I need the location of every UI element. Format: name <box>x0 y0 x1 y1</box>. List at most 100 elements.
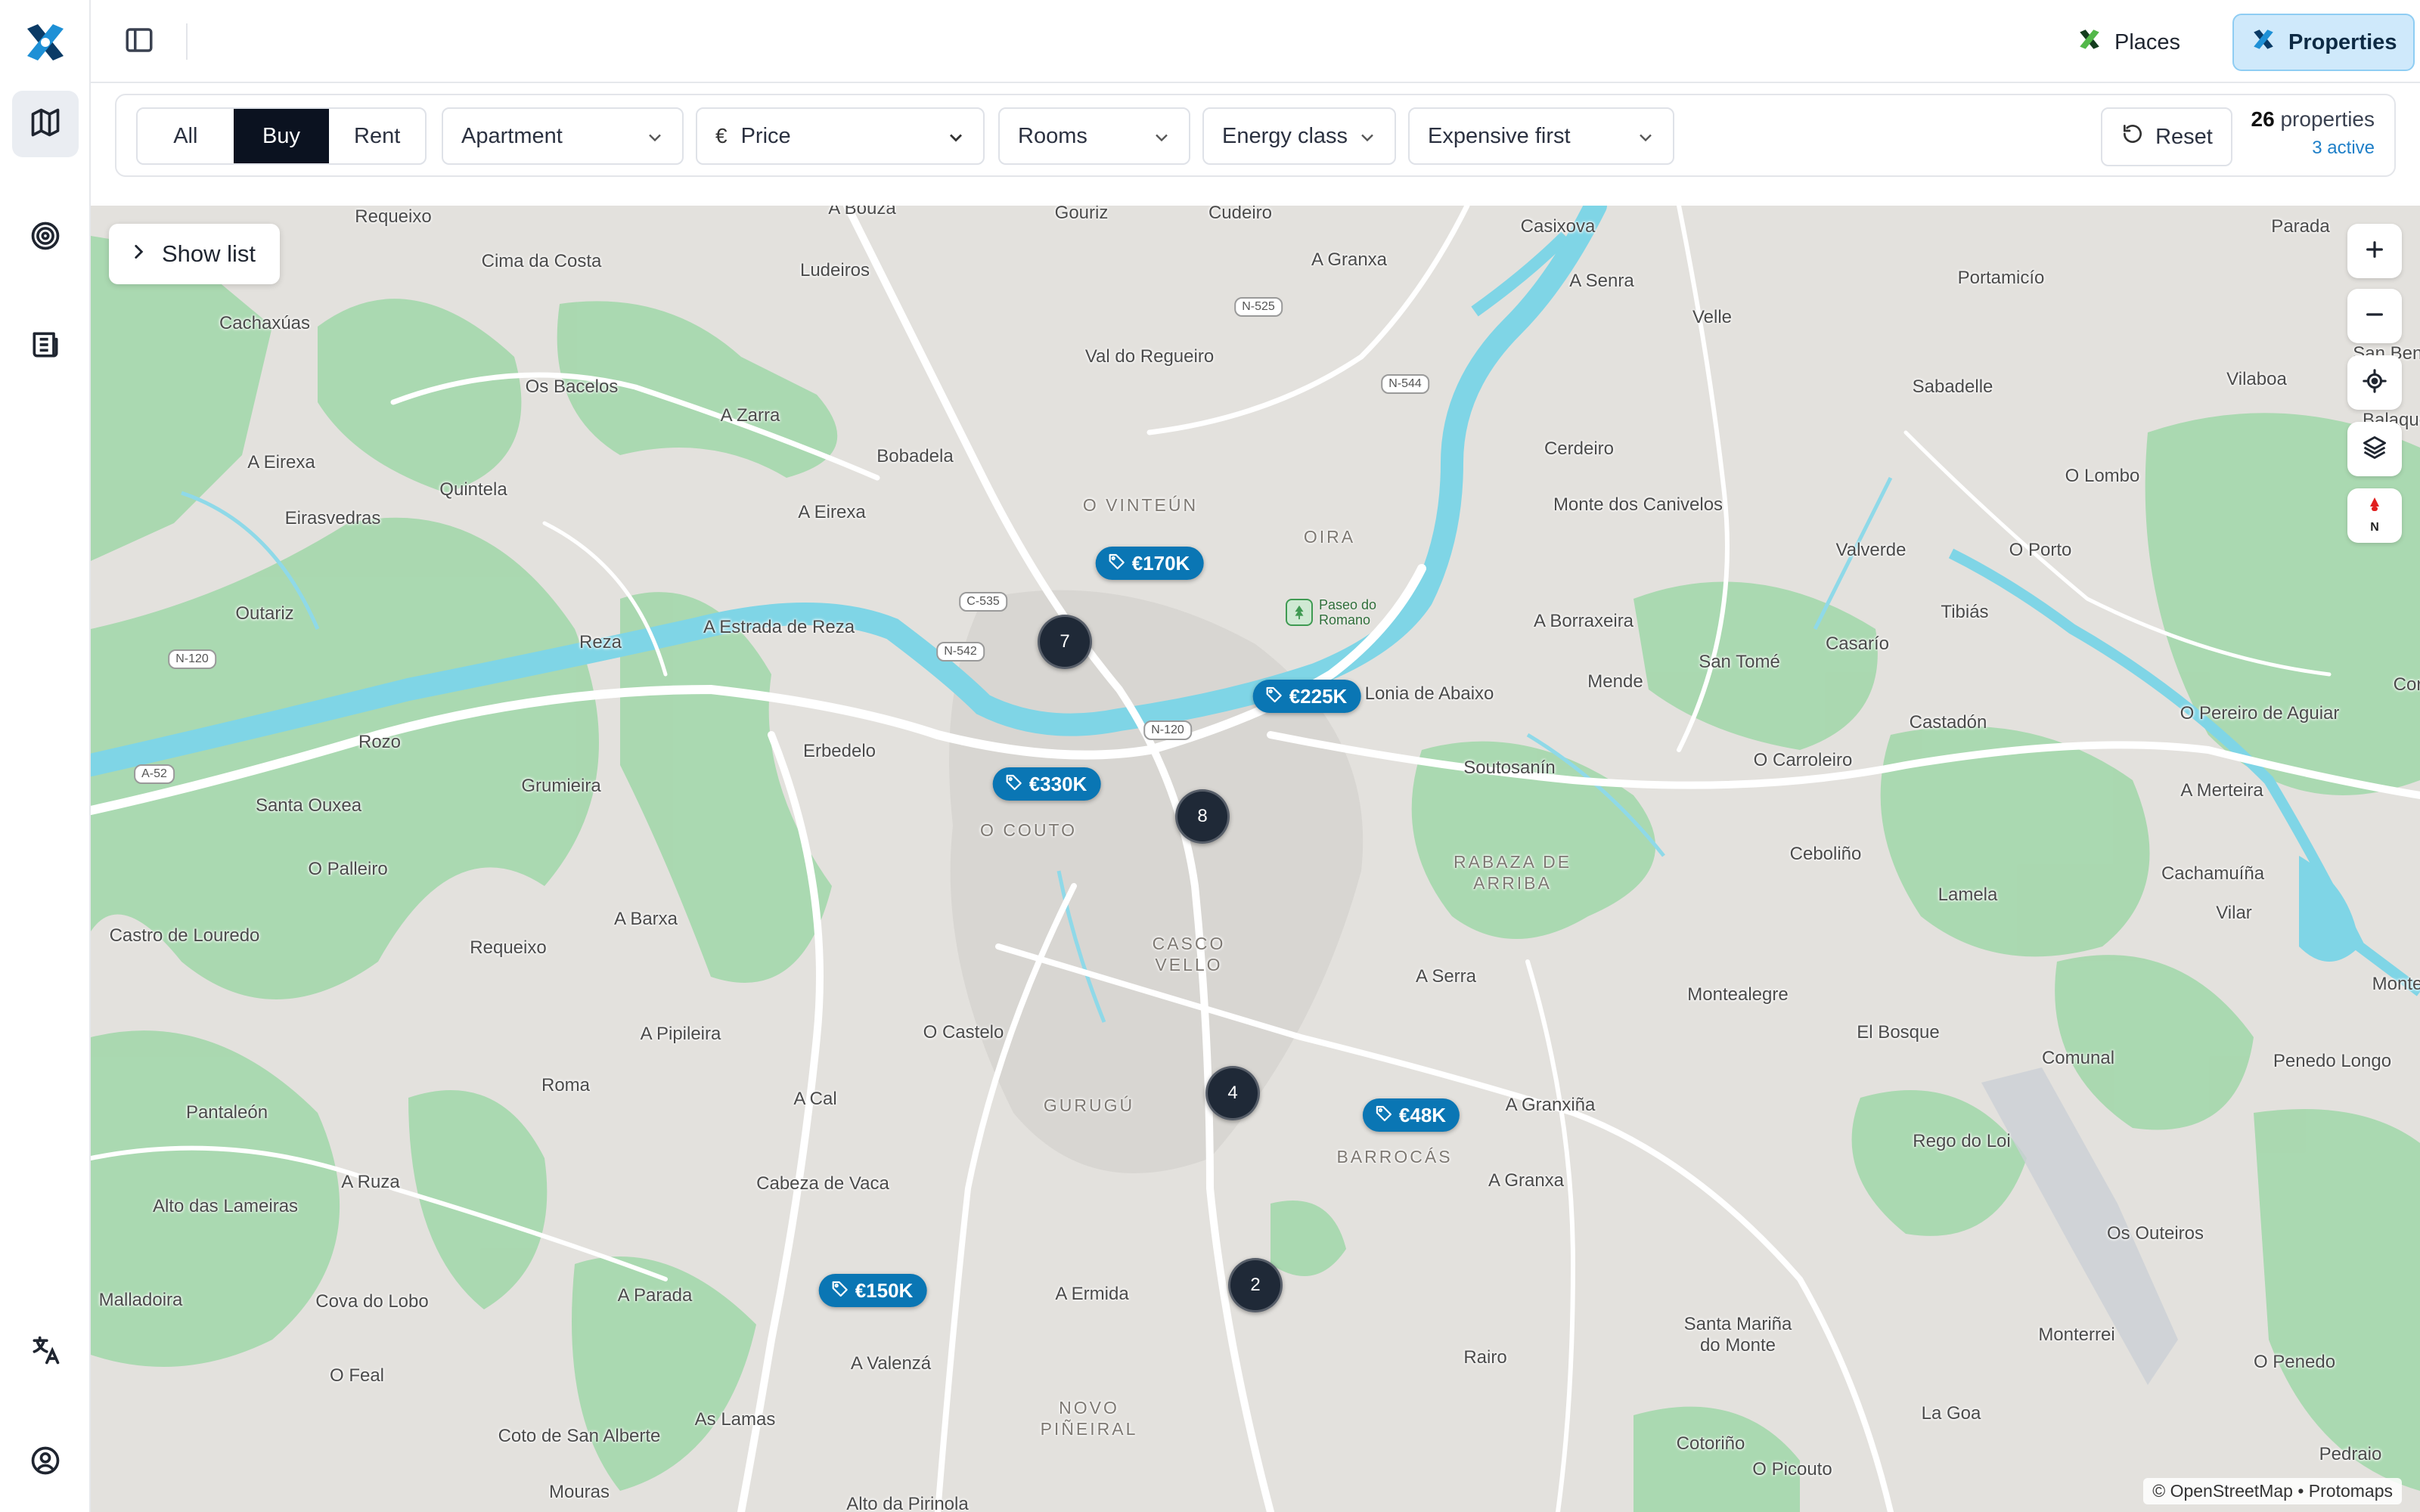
road-shield: N-542 <box>936 642 985 662</box>
road-shield: A-52 <box>134 764 175 784</box>
price-pin-label: €330K <box>1028 772 1087 795</box>
place-label: O Pereiro de Aguiar <box>2180 703 2340 723</box>
listing-type-buy[interactable]: Buy <box>233 109 330 163</box>
listing-type-rent[interactable]: Rent <box>329 109 425 163</box>
place-label: A Serra <box>1415 966 1477 987</box>
district-label: O VINTEÚN <box>1082 495 1199 515</box>
chevron-right-icon <box>129 240 148 268</box>
nav-map-button[interactable] <box>12 91 79 157</box>
layers-icon <box>2361 434 2388 465</box>
tab-properties[interactable]: Properties <box>2232 14 2415 71</box>
place-label: Pedraio <box>2319 1444 2382 1464</box>
place-label: A Eirexa <box>247 452 315 472</box>
place-label: O Castelo <box>923 1022 1004 1043</box>
place-label: A Borraxeira <box>1533 611 1634 631</box>
place-label: Castadón <box>1909 712 1987 733</box>
place-label: Ceboliño <box>1789 844 1862 864</box>
place-label: Cerdeiro <box>1544 438 1615 459</box>
sort-value: Expensive first <box>1428 123 1571 148</box>
place-label: El Bosque <box>1857 1022 1940 1043</box>
tag-icon <box>1108 552 1126 575</box>
place-label: Cabeza de Vaca <box>756 1173 889 1194</box>
park-icon <box>1286 599 1313 626</box>
active-filters-link[interactable]: 3 active <box>2251 138 2375 159</box>
price-filter-select[interactable]: € Price <box>696 107 985 165</box>
zoom-out-button[interactable] <box>2347 289 2402 343</box>
district-label: NOVO PIÑEIRAL <box>1040 1398 1138 1439</box>
place-label: Penedo Longo <box>2273 1051 2392 1071</box>
place-label: Roma <box>541 1075 591 1095</box>
place-label: Cotoriño <box>1676 1433 1745 1454</box>
place-label: Valverde <box>1835 540 1907 560</box>
language-button[interactable] <box>12 1318 79 1385</box>
reset-filters-button[interactable]: Reset <box>2101 107 2232 166</box>
energy-class-label: Energy class <box>1222 123 1348 148</box>
compass-button[interactable]: N <box>2347 488 2402 543</box>
layers-button[interactable] <box>2347 422 2402 476</box>
place-label: Casarío <box>1825 634 1890 654</box>
road-shield: C-535 <box>959 592 1007 612</box>
place-label: San Tomé <box>1699 652 1780 672</box>
app-logo[interactable] <box>21 18 70 67</box>
property-type-select[interactable]: Apartment <box>442 107 684 165</box>
chevron-down-icon <box>1357 127 1378 154</box>
profile-button[interactable] <box>12 1429 79 1495</box>
price-pin[interactable]: €330K <box>992 767 1101 801</box>
sidebar-toggle-button[interactable] <box>121 23 157 60</box>
place-label: Erbedelo <box>802 741 876 761</box>
place-label: A Valenzá <box>850 1353 932 1374</box>
results-count-number: 26 <box>2251 107 2275 131</box>
translate-icon <box>29 1334 62 1371</box>
rooms-filter-select[interactable]: Rooms <box>998 107 1190 165</box>
show-list-button[interactable]: Show list <box>109 224 281 284</box>
cluster-marker[interactable]: 4 <box>1205 1066 1260 1120</box>
map-canvas[interactable]: Requeixo A Bouza Gouriz Cudeiro Casixova… <box>91 206 2420 1512</box>
place-label: Cor <box>2393 674 2420 695</box>
price-pin[interactable]: €150K <box>818 1274 927 1307</box>
poi-park[interactable]: Paseo do Romano <box>1286 597 1376 627</box>
zoom-in-button[interactable] <box>2347 224 2402 278</box>
price-pin[interactable]: €170K <box>1095 547 1204 580</box>
sort-select[interactable]: Expensive first <box>1408 107 1674 165</box>
price-pin[interactable]: €225K <box>1252 680 1361 713</box>
target-icon <box>29 219 62 256</box>
reset-icon <box>2121 122 2145 152</box>
place-label: Cachaxúas <box>219 313 311 333</box>
energy-class-select[interactable]: Energy class <box>1202 107 1396 165</box>
place-label: A Barxa <box>613 909 678 929</box>
place-label: Coto de San Alberte <box>498 1426 661 1446</box>
district-label: BARROCÁS <box>1336 1147 1453 1167</box>
district-label: CASCO VELLO <box>1152 934 1226 974</box>
top-bar: Places Properties <box>91 0 2420 83</box>
map-attribution[interactable]: © OpenStreetMap • Protomaps <box>2143 1478 2402 1504</box>
listing-type-all[interactable]: All <box>138 109 234 163</box>
cluster-marker[interactable]: 8 <box>1175 789 1230 844</box>
chevron-down-icon <box>644 127 666 154</box>
poi-label: Paseo do Romano <box>1319 597 1377 627</box>
results-count: 26 properties 3 active <box>2251 107 2375 159</box>
place-label: Monterrei <box>2038 1325 2115 1345</box>
district-label: O COUTO <box>980 820 1077 840</box>
tag-icon <box>1005 773 1023 796</box>
tab-places[interactable]: Places <box>2060 14 2197 71</box>
map-base-layer <box>91 206 2420 1512</box>
listing-type-toggle: All Buy Rent <box>136 107 427 165</box>
place-label: Rairo <box>1463 1347 1507 1368</box>
price-pin[interactable]: €48K <box>1362 1098 1460 1132</box>
cluster-marker[interactable]: 7 <box>1038 615 1092 669</box>
place-label: Gouriz <box>1054 206 1109 223</box>
locate-me-button[interactable] <box>2347 355 2402 410</box>
rooms-filter-label: Rooms <box>1018 123 1087 148</box>
place-label: Casixova <box>1520 216 1596 237</box>
road-shield: N-525 <box>1234 297 1283 317</box>
topbar-divider <box>186 23 188 60</box>
nav-news-button[interactable] <box>12 313 79 380</box>
nav-targets-button[interactable] <box>12 204 79 271</box>
place-label: Eirasvedras <box>284 508 381 528</box>
place-label: Sabadelle <box>1912 376 1993 397</box>
road-shield: N-544 <box>1381 374 1429 394</box>
place-label: Os Bacelos <box>525 376 619 397</box>
place-label: A Cal <box>793 1089 837 1109</box>
user-circle-icon <box>29 1444 62 1481</box>
cluster-marker[interactable]: 2 <box>1228 1258 1283 1312</box>
